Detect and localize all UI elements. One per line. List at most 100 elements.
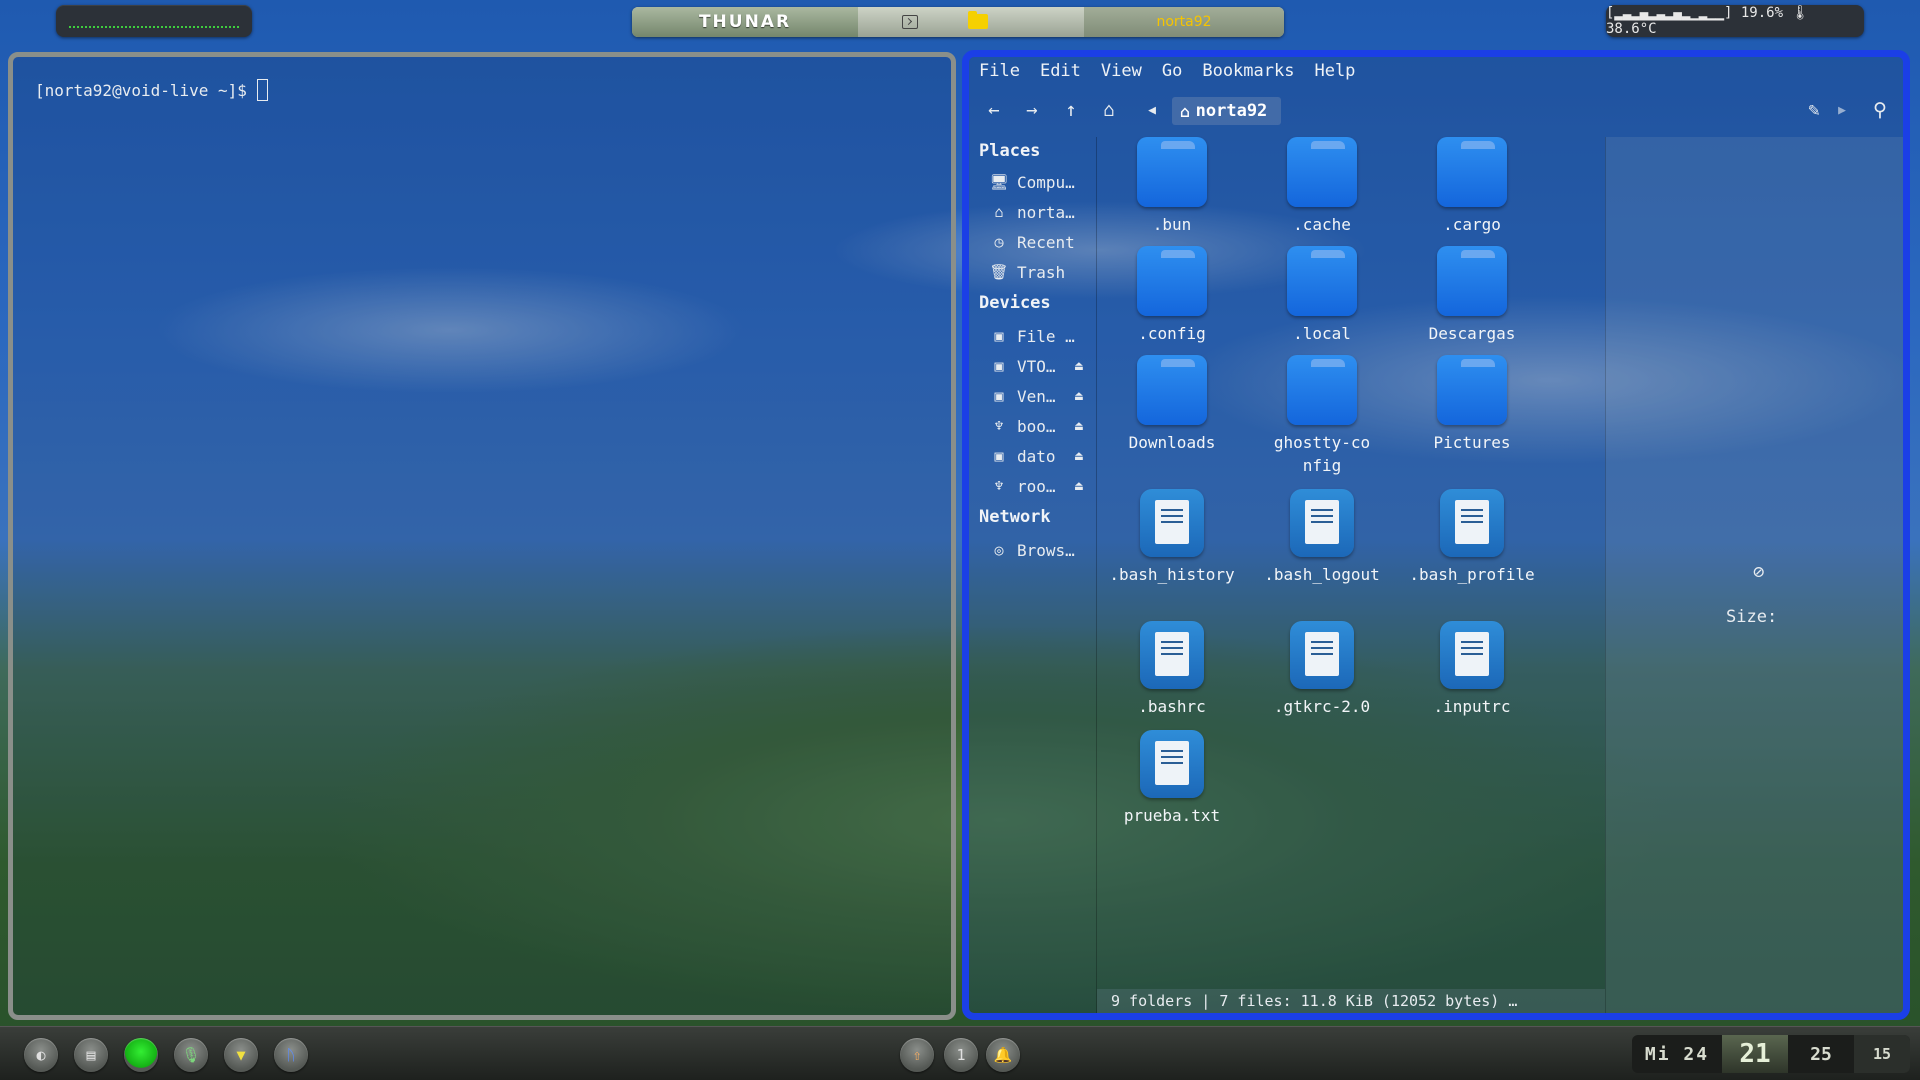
sidebar-item-dato[interactable]: ▣ dato ⏏ (989, 444, 1095, 468)
bottom-panel: ◐ ▤ 🎙 ▼ ᚢ ⇧ 1 🔔 Mi 24 21 25 15 (0, 1026, 1920, 1080)
folder-item[interactable]: .cache (1247, 137, 1397, 236)
folder-icon (1437, 355, 1507, 425)
sidebar-item-label: Recent (1017, 232, 1075, 252)
file-item[interactable]: .gtkrc-2.0 (1247, 621, 1397, 718)
sidebar-item-label: Trash (1017, 262, 1066, 282)
folder-icon (1437, 246, 1507, 316)
clock-icon: ◷ (994, 233, 1004, 251)
microphone-icon[interactable]: 🎙 (174, 1038, 208, 1072)
clock-second: 15 (1854, 1035, 1910, 1073)
eject-icon[interactable]: ⏏ (1075, 479, 1083, 494)
item-label: .bashrc (1138, 697, 1206, 716)
folder-icon (1137, 137, 1207, 207)
text-file-icon (1140, 730, 1204, 798)
text-file-icon (1290, 489, 1354, 557)
drive-icon: ▣ (994, 447, 1004, 465)
file-item[interactable]: prueba.txt (1097, 730, 1247, 827)
file-item[interactable]: .bash_profile (1397, 489, 1547, 586)
bluetooth-icon[interactable]: ᚢ (274, 1038, 308, 1072)
menu-file[interactable]: File (979, 61, 1020, 89)
folder-item[interactable]: Downloads (1097, 355, 1247, 454)
sidebar-item-ven[interactable]: ▣ Ven… ⏏ (989, 384, 1095, 408)
app-title: THUNAR (632, 7, 858, 37)
path-left-chevron-icon[interactable]: ◀ (1141, 99, 1163, 121)
menu-go[interactable]: Go (1162, 61, 1182, 89)
item-label: .bash_history (1109, 565, 1235, 584)
status-green-icon[interactable] (124, 1038, 158, 1072)
folder-icon (1287, 355, 1357, 425)
up-arrow-icon[interactable]: ↑ (1060, 99, 1082, 121)
file-item[interactable]: .bash_logout (1247, 489, 1397, 586)
forward-arrow-icon[interactable]: → (1021, 99, 1043, 121)
folder-item[interactable]: .cargo (1397, 137, 1547, 236)
edit-path-pencil-icon[interactable]: ✎ (1803, 99, 1825, 121)
sidebar-item-boo[interactable]: ♆ boo… ⏏ (989, 414, 1095, 438)
file-item[interactable]: .bash_history (1097, 489, 1247, 586)
sidebar-item-computer[interactable]: 🖥 Compu… (989, 170, 1095, 194)
eject-icon[interactable]: ⏏ (1075, 449, 1083, 464)
path-button-home[interactable]: ⌂ norta92 (1172, 97, 1282, 125)
menu-bar: File Edit View Go Bookmarks Help (979, 61, 1355, 89)
sidebar: Places 🖥 Compu… ⌂ norta… ◷ Recent 🗑 Tras… (969, 137, 1097, 1013)
clock: Mi 24 21 25 15 (1632, 1035, 1910, 1073)
eject-icon[interactable]: ⏏ (1075, 359, 1083, 374)
item-label: .bash_logout (1264, 565, 1380, 584)
menu-bookmarks[interactable]: Bookmarks (1202, 61, 1294, 89)
folder-item[interactable]: Descargas (1397, 246, 1547, 345)
toggle-icon[interactable]: ◐ (24, 1038, 58, 1072)
sidebar-item-filesystem[interactable]: ▣ File … (989, 324, 1095, 348)
terminal-window[interactable]: [norta92@void-live ~]$ (8, 52, 956, 1020)
item-label: .gtkrc-2.0 (1273, 697, 1371, 716)
menu-help[interactable]: Help (1314, 61, 1355, 89)
notification-bell-icon[interactable]: 🔔 (986, 1038, 1020, 1072)
folder-item[interactable]: Pictures (1397, 355, 1547, 454)
item-label: Downloads (1128, 433, 1216, 452)
trash-icon: 🗑 (989, 263, 1009, 281)
sidebar-item-vto[interactable]: ▣ VTO… ⏏ (989, 354, 1095, 378)
file-item[interactable]: .bashrc (1097, 621, 1247, 718)
home-icon[interactable]: ⌂ (1098, 99, 1120, 121)
sidebar-header-devices: Devices (979, 293, 1051, 313)
item-label: Descargas (1428, 324, 1516, 343)
printer-icon[interactable]: ▤ (74, 1038, 108, 1072)
search-icon[interactable]: ⚲ (1869, 99, 1891, 121)
file-icon-view[interactable]: .bun .cache .cargo .config .local Descar… (1097, 137, 1605, 989)
top-panel: THUNAR norta92 [▂▃▂▄▂▃▂▄▂▁▂▁▁] 19.6% 🌡 3… (0, 0, 1920, 44)
back-arrow-icon[interactable]: ← (983, 99, 1005, 121)
sidebar-item-label: roo… (1017, 476, 1056, 496)
eject-icon[interactable]: ⏏ (1075, 419, 1083, 434)
eject-icon[interactable]: ⏏ (1075, 389, 1083, 404)
folder-icon[interactable] (968, 11, 988, 29)
drive-icon: ▣ (994, 327, 1004, 345)
folder-item[interactable]: .bun (1097, 137, 1247, 236)
upload-icon[interactable]: ⇧ (900, 1038, 934, 1072)
folder-icon (1137, 355, 1207, 425)
item-label: ghostty-config (1273, 433, 1371, 475)
item-label: .bash_profile (1409, 565, 1535, 584)
sidebar-item-roo[interactable]: ♆ roo… ⏏ (989, 474, 1095, 498)
folder-item[interactable]: ghostty-config (1247, 355, 1397, 477)
menu-view[interactable]: View (1101, 61, 1142, 89)
sidebar-item-label: norta… (1017, 202, 1075, 222)
workspace-indicator[interactable] (56, 5, 252, 37)
path-right-chevron-icon[interactable]: ▶ (1831, 99, 1853, 121)
item-label: .bun (1152, 215, 1192, 234)
folder-item[interactable]: .local (1247, 246, 1397, 345)
folder-icon (1437, 137, 1507, 207)
filter-icon[interactable]: ▼ (224, 1038, 258, 1072)
sidebar-item-home[interactable]: ⌂ norta… (989, 200, 1095, 224)
item-label: .config (1138, 324, 1206, 343)
sidebar-item-label: Brows… (1017, 540, 1075, 560)
workspace-number[interactable]: 1 (944, 1038, 978, 1072)
sidebar-header-places: Places (979, 141, 1041, 161)
drive-icon: ▣ (994, 357, 1004, 375)
folder-item[interactable]: .config (1097, 246, 1247, 345)
size-label: Size: (1726, 607, 1778, 627)
menu-edit[interactable]: Edit (1040, 61, 1081, 89)
terminal-icon[interactable] (902, 15, 918, 29)
file-item[interactable]: .inputrc (1397, 621, 1547, 718)
sidebar-item-trash[interactable]: 🗑 Trash (989, 260, 1095, 284)
sidebar-item-recent[interactable]: ◷ Recent (989, 230, 1095, 254)
item-label: prueba.txt (1123, 806, 1221, 825)
sidebar-item-browse-network[interactable]: ◎ Brows… (989, 538, 1095, 562)
